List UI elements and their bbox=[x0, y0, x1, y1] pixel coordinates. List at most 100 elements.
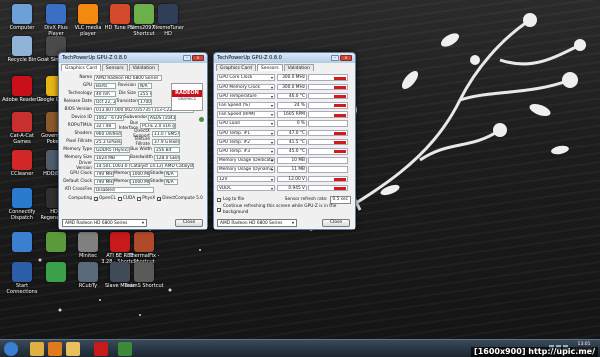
sensor-name-dropdown[interactable]: Memory Usage (Dynamic) bbox=[217, 166, 275, 173]
folder-icon[interactable] bbox=[66, 342, 80, 356]
sensor-row: Fan Speed (%)24 % bbox=[217, 101, 349, 109]
sensor-name-dropdown[interactable]: GPU Temp. #2 bbox=[217, 138, 275, 146]
sensor-graph bbox=[308, 184, 348, 192]
window-titlebar[interactable]: TechPowerUp GPU-Z 0.8.0 – × bbox=[214, 53, 355, 63]
lookup-icon[interactable] bbox=[199, 117, 204, 122]
sensors-panel: GPU Core Clock300.0 MHzGPU Memory Clock3… bbox=[214, 71, 355, 229]
opencl-checkbox[interactable]: ✓ OpenCL bbox=[94, 196, 116, 201]
sensor-name-dropdown[interactable]: 12V bbox=[217, 175, 275, 183]
label-gpu: GPU bbox=[82, 83, 92, 88]
tab-graphics-card[interactable]: Graphics Card bbox=[61, 64, 101, 71]
label-gpu-clock: GPU Clock bbox=[69, 171, 92, 176]
label-bandwidth: Bandwidth bbox=[130, 155, 153, 160]
ccleaner-icon bbox=[12, 150, 32, 170]
label-transistors: Transistors bbox=[116, 99, 140, 104]
sensor-name-dropdown[interactable]: Fan Speed (%) bbox=[217, 101, 275, 109]
sensor-value: 47.0 °C bbox=[277, 129, 307, 137]
media-player-icon[interactable] bbox=[48, 342, 62, 356]
close-window-button[interactable]: × bbox=[340, 55, 352, 61]
recycle-bin-icon bbox=[12, 36, 32, 56]
chevron-down-icon: ▾ bbox=[141, 221, 144, 226]
tab-sensors[interactable]: Sensors bbox=[101, 64, 128, 71]
sensor-value: 11 MB bbox=[277, 166, 307, 173]
gpu-clock-field: 790 MHz bbox=[94, 170, 114, 177]
window-title: TechPowerUp GPU-Z 0.8.0 bbox=[217, 55, 282, 61]
sensor-row: Fan Speed (RPM)1605 RPM bbox=[217, 111, 349, 118]
rcub-icon bbox=[78, 262, 98, 282]
log-to-file-checkbox[interactable] bbox=[217, 197, 221, 202]
window-titlebar[interactable]: TechPowerUp GPU-Z 0.8.0 – × bbox=[59, 53, 207, 63]
continue-refresh-checkbox[interactable]: ✓ bbox=[217, 207, 221, 212]
sensor-graph-fill bbox=[334, 141, 346, 145]
minimize-button[interactable]: – bbox=[331, 55, 339, 61]
xtremetuner-icon bbox=[158, 4, 178, 24]
label-pixel-fillrate: Pixel Fillrate bbox=[66, 139, 92, 144]
refresh-rate-dropdown[interactable]: 0.5 sec bbox=[329, 195, 351, 204]
sensor-graph bbox=[308, 129, 348, 137]
directcompute-checkbox[interactable]: ✓ DirectCompute 5.0 bbox=[157, 196, 203, 201]
sensor-name-dropdown[interactable]: GPU Temp. #1 bbox=[217, 129, 275, 137]
physx-checkbox[interactable]: PhysX bbox=[137, 196, 155, 201]
close-window-button[interactable]: × bbox=[192, 55, 204, 61]
cuda-checkbox[interactable]: CUDA bbox=[117, 196, 135, 201]
sensor-graph bbox=[308, 175, 348, 183]
sensor-value: 1605 RPM bbox=[277, 111, 307, 118]
desktop-icon[interactable]: TeamS Shortcut bbox=[124, 262, 164, 289]
explorer-icon[interactable] bbox=[30, 342, 44, 356]
rops-tmus-field: 32 / 48 bbox=[94, 122, 116, 129]
sensor-graph-fill bbox=[334, 95, 346, 99]
sensor-row: GPU Core Clock300.0 MHz bbox=[217, 74, 349, 81]
gpuz-window-graphics-card[interactable]: TechPowerUp GPU-Z 0.8.0 – × Graphics Car… bbox=[58, 52, 208, 230]
sensor-name-dropdown[interactable]: Fan Speed (RPM) bbox=[217, 111, 275, 118]
gpuz-window-sensors[interactable]: TechPowerUp GPU-Z 0.8.0 – × Graphics Car… bbox=[213, 52, 356, 230]
label-die-size: Die Size bbox=[118, 91, 136, 96]
sensor-name-dropdown[interactable]: GPU Memory Clock bbox=[217, 83, 275, 91]
gpuz-icon[interactable] bbox=[118, 342, 132, 356]
sensor-name-dropdown[interactable]: GPU Temperature bbox=[217, 92, 275, 100]
sensor-graph-fill bbox=[334, 187, 346, 191]
sensor-name-dropdown[interactable]: GPU Load bbox=[217, 120, 275, 127]
connectify-icon bbox=[12, 188, 32, 208]
label-default-memory: Memory bbox=[114, 179, 132, 184]
label-driver-version: Driver Version bbox=[76, 160, 92, 171]
refresh-rate-label: Sensor refresh rate: bbox=[284, 196, 328, 202]
label-device-id: Device ID bbox=[71, 115, 92, 120]
opera-icon[interactable] bbox=[94, 342, 108, 356]
sensor-name-dropdown[interactable]: GPU Core Clock bbox=[217, 74, 275, 81]
card-select-dropdown[interactable]: AMD Radeon HD 6800 Series ▾ bbox=[217, 219, 297, 227]
close-button[interactable]: Close bbox=[322, 219, 350, 227]
card-select-dropdown[interactable]: AMD Radeon HD 6800 Series ▾ bbox=[62, 219, 147, 227]
tab-validation[interactable]: Validation bbox=[128, 64, 159, 71]
label-default-shader: Shader bbox=[150, 179, 166, 184]
sensor-name-dropdown[interactable]: VDDC bbox=[217, 184, 275, 192]
sensor-graph-fill bbox=[334, 113, 346, 117]
sensor-value: 0 % bbox=[277, 120, 307, 127]
tab-validation[interactable]: Validation bbox=[283, 64, 314, 71]
label-bios-version: BIOS Version bbox=[64, 107, 93, 112]
minimize-button[interactable]: – bbox=[183, 55, 191, 61]
tab-graphics-card[interactable]: Graphics Card bbox=[216, 64, 256, 71]
sensor-value: 41.5 °C bbox=[277, 138, 307, 146]
sensor-graph-fill bbox=[334, 178, 346, 182]
sensor-graph-fill bbox=[334, 150, 346, 154]
sensor-graph bbox=[308, 166, 348, 173]
label-computing: Computing bbox=[68, 196, 92, 201]
sensor-name-dropdown[interactable]: Memory Usage (Dedicated) bbox=[217, 157, 275, 164]
start-orb-icon[interactable] bbox=[4, 342, 18, 356]
sensor-value: 0.945 V bbox=[277, 184, 307, 192]
sensor-name-dropdown[interactable]: GPU Temp. #3 bbox=[217, 147, 275, 155]
tab-sensors[interactable]: Sensors bbox=[256, 64, 283, 71]
revision-field: N/A bbox=[138, 82, 152, 89]
sensor-value: 45.0 °C bbox=[277, 147, 307, 155]
desktop-icon[interactable]: XtremeTuner HD bbox=[148, 4, 188, 37]
desktop-icon[interactable]: ThermalFix - Shortcut bbox=[124, 232, 164, 265]
sensor-row: GPU Temperature46.0 °C bbox=[217, 92, 349, 100]
adobe-reader-icon bbox=[12, 76, 32, 96]
memory-clock-field: 1000 MHz bbox=[130, 170, 150, 177]
window-title: TechPowerUp GPU-Z 0.8.0 bbox=[62, 55, 127, 61]
name-field: AMD Radeon HD 6800 Series bbox=[94, 74, 162, 81]
default-shader-field: N/A bbox=[164, 178, 178, 185]
close-button[interactable]: Close bbox=[175, 219, 203, 227]
subvendor-field: ASUS (1043) bbox=[148, 114, 176, 121]
shaders-field: 960 Unified bbox=[94, 130, 122, 137]
